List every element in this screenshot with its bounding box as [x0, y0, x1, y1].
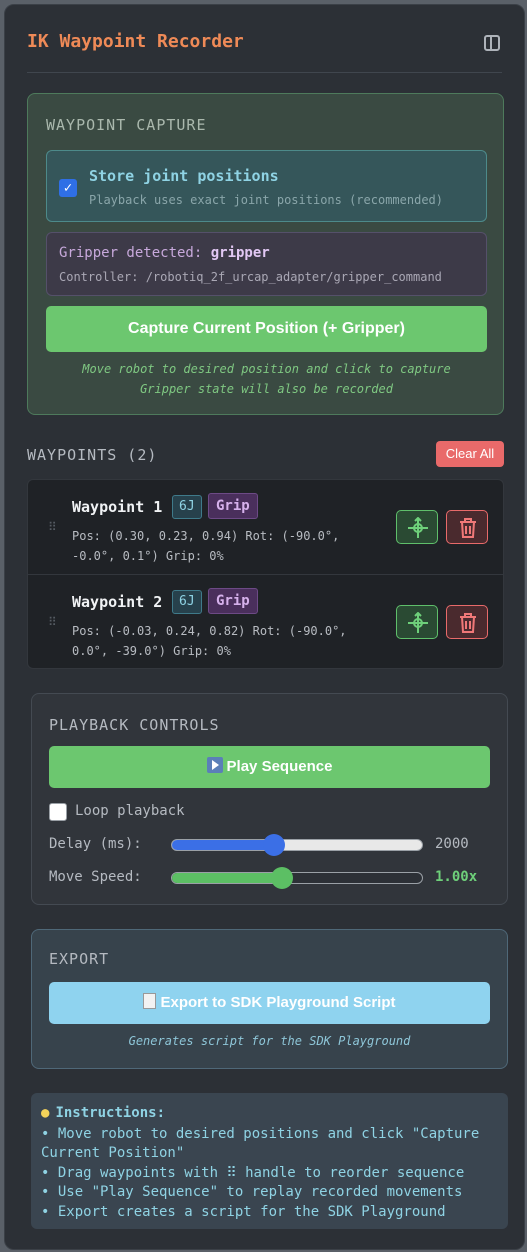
- gripper-name: gripper: [210, 245, 270, 261]
- play-sequence-button[interactable]: Play Sequence: [49, 746, 490, 788]
- panel-header: IK Waypoint Recorder: [27, 25, 502, 73]
- loop-playback-checkbox[interactable]: [49, 803, 67, 821]
- waypoint-item[interactable]: ⠿ Waypoint 1 6J Grip Pos: (0.30, 0.23, 0…: [28, 480, 503, 574]
- waypoint-list: ⠿ Waypoint 1 6J Grip Pos: (0.30, 0.23, 0…: [27, 479, 504, 669]
- grip-badge: Grip: [208, 588, 258, 614]
- speed-slider-track[interactable]: [171, 872, 423, 884]
- store-joints-option[interactable]: ✓ Store joint positions Playback uses ex…: [46, 150, 487, 222]
- delay-value: 2000: [435, 836, 469, 852]
- loop-playback-label: Loop playback: [75, 803, 185, 819]
- capture-hint-line-2: Gripper state will also be recorded: [140, 382, 393, 396]
- waypoints-section-label: WAYPOINTS (2): [27, 446, 158, 464]
- go-to-waypoint-button[interactable]: [396, 510, 438, 544]
- lightbulb-icon: ●: [41, 1105, 50, 1121]
- waypoint-item[interactable]: ⠿ Waypoint 2 6J Grip Pos: (-0.03, 0.24, …: [28, 574, 503, 668]
- trash-icon: [460, 518, 476, 538]
- capture-hint-line-1: Move robot to desired position and click…: [82, 362, 451, 376]
- grip-badge: Grip: [208, 493, 258, 519]
- gripper-info-box: Gripper detected: gripper Controller: /r…: [46, 232, 487, 296]
- delete-waypoint-button[interactable]: [446, 510, 488, 544]
- export-section-label: EXPORT: [49, 950, 110, 968]
- speed-slider-row: Move Speed: 1.00x: [49, 866, 490, 890]
- instructions-box: ● Instructions: • Move robot to desired p…: [31, 1093, 508, 1229]
- document-icon: [143, 993, 157, 1009]
- drag-handle-icon[interactable]: ⠿: [48, 615, 57, 629]
- waypoint-capture-section: WAYPOINT CAPTURE ✓ Store joint positions…: [27, 93, 504, 415]
- play-icon: [206, 757, 223, 773]
- export-script-label: Export to SDK Playground Script: [160, 994, 396, 1011]
- speed-label: Move Speed:: [49, 869, 142, 885]
- capture-section-label: WAYPOINT CAPTURE: [46, 116, 207, 134]
- move-to-icon: [408, 517, 428, 538]
- export-hint: Generates script for the SDK Playground: [128, 1034, 411, 1048]
- recorder-panel: IK Waypoint Recorder WAYPOINT CAPTURE ✓ …: [4, 4, 525, 1250]
- delay-slider-thumb[interactable]: [263, 834, 286, 856]
- joints-badge: 6J: [172, 495, 202, 519]
- instruction-line: • Use "Play Sequence" to replay recorded…: [41, 1184, 463, 1201]
- joints-badge: 6J: [172, 590, 202, 614]
- instructions-title: ● Instructions:: [41, 1105, 165, 1121]
- drag-handle-icon[interactable]: ⠿: [48, 520, 57, 534]
- instruction-line: • Move robot to desired positions and cl…: [41, 1126, 480, 1162]
- play-sequence-label: Play Sequence: [226, 758, 333, 775]
- playback-controls-section: PLAYBACK CONTROLS Play Sequence Loop pla…: [31, 693, 508, 905]
- export-section: EXPORT Export to SDK Playground Script G…: [31, 929, 508, 1069]
- delay-slider-fill: [172, 840, 275, 850]
- delete-waypoint-button[interactable]: [446, 605, 488, 639]
- sidebar-toggle-icon[interactable]: [484, 35, 500, 51]
- trash-icon: [460, 613, 476, 633]
- speed-slider-thumb[interactable]: [270, 867, 293, 889]
- waypoints-header: WAYPOINTS (2) Clear All: [27, 441, 504, 469]
- waypoint-name: Waypoint 1: [72, 498, 163, 516]
- instructions-title-text: Instructions:: [55, 1105, 166, 1121]
- store-joints-title: Store joint positions: [89, 167, 279, 185]
- speed-value: 1.00x: [435, 869, 478, 885]
- delay-label: Delay (ms):: [49, 836, 142, 852]
- store-joints-subtitle: Playback uses exact joint positions (rec…: [89, 193, 444, 207]
- waypoint-name: Waypoint 2: [72, 593, 163, 611]
- panel-title: IK Waypoint Recorder: [27, 31, 244, 52]
- delay-slider-track[interactable]: [171, 839, 423, 851]
- go-to-waypoint-button[interactable]: [396, 605, 438, 639]
- capture-position-button[interactable]: Capture Current Position (+ Gripper): [46, 306, 487, 352]
- playback-section-label: PLAYBACK CONTROLS: [49, 716, 220, 734]
- move-to-icon: [408, 612, 428, 633]
- gripper-detected-text: Gripper detected: gripper: [59, 245, 270, 261]
- export-script-button[interactable]: Export to SDK Playground Script: [49, 982, 490, 1024]
- speed-slider-fill: [172, 873, 282, 883]
- delay-slider-row: Delay (ms): 2000: [49, 833, 490, 857]
- instructions-list: • Move robot to desired positions and cl…: [41, 1125, 501, 1222]
- waypoint-details: Pos: (0.30, 0.23, 0.94) Rot: (-90.0°, -0…: [72, 529, 340, 563]
- gripper-controller-text: Controller: /robotiq_2f_urcap_adapter/gr…: [59, 270, 442, 284]
- store-joints-checkbox[interactable]: ✓: [59, 179, 77, 197]
- clear-all-button[interactable]: Clear All: [436, 441, 504, 467]
- instruction-line: • Drag waypoints with ⠿ handle to reorde…: [41, 1164, 465, 1181]
- gripper-detected-label: Gripper detected:: [59, 245, 211, 261]
- instruction-line: • Export creates a script for the SDK Pl…: [41, 1203, 446, 1220]
- waypoint-details: Pos: (-0.03, 0.24, 0.82) Rot: (-90.0°, 0…: [72, 624, 347, 658]
